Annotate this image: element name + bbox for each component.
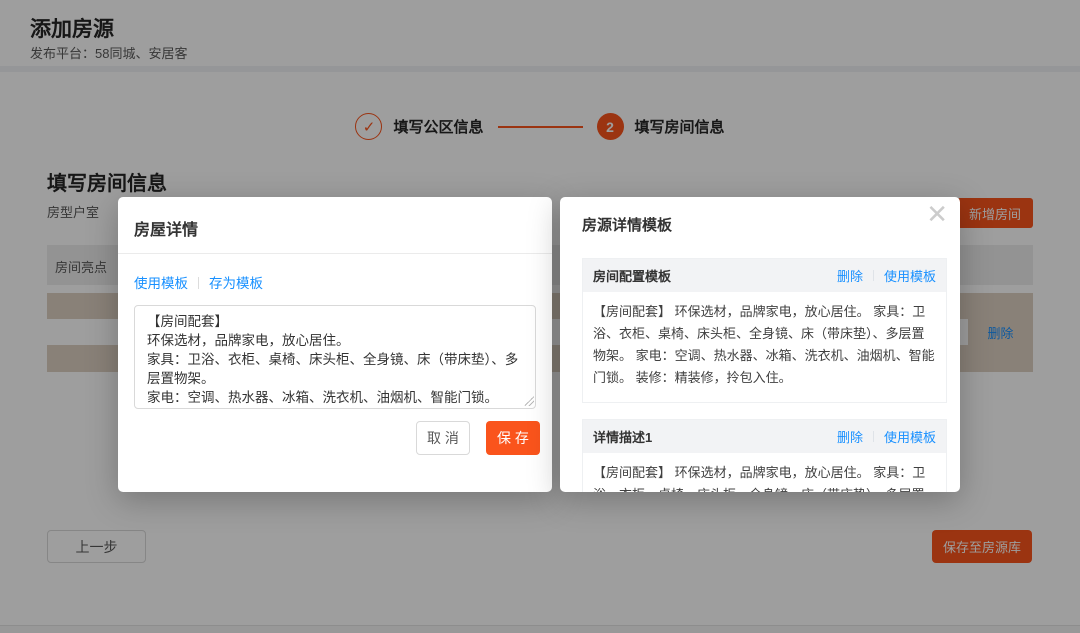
template-item-links: 删除 使用模板 bbox=[837, 427, 936, 446]
save-button[interactable]: 保 存 bbox=[486, 421, 540, 455]
template-item-name: 详情描述1 bbox=[593, 427, 652, 446]
link-divider bbox=[873, 270, 874, 281]
house-detail-modal: 房屋详情 使用模板 存为模板 【房间配套】 环保选材，品牌家电，放心居住。 家具：… bbox=[118, 197, 552, 492]
template-item-header: 详情描述1 删除 使用模板 bbox=[583, 420, 946, 453]
template-delete-link[interactable]: 删除 bbox=[837, 266, 863, 285]
listing-template-modal-body: 房间配置模板 删除 使用模板 【房间配套】 环保选材，品牌家电，放心居住。 家具… bbox=[560, 197, 960, 492]
template-item-name: 房间配置模板 bbox=[593, 266, 671, 285]
listing-template-modal: 房源详情模板 ✕ 房间配置模板 删除 使用模板 【房间配套】 环保选材，品牌家电… bbox=[560, 197, 960, 492]
template-item-links: 删除 使用模板 bbox=[837, 266, 936, 285]
template-item-content: 【房间配套】 环保选材，品牌家电，放心居住。 家具：卫浴、衣柜、桌椅、床头柜、全… bbox=[583, 453, 946, 492]
house-detail-modal-header: 房屋详情 bbox=[118, 197, 552, 254]
template-use-link[interactable]: 使用模板 bbox=[884, 427, 936, 446]
room-description-textarea[interactable]: 【房间配套】 环保选材，品牌家电，放心居住。 家具：卫浴、衣柜、桌椅、床头柜、全… bbox=[134, 305, 536, 409]
save-as-template-link[interactable]: 存为模板 bbox=[209, 276, 263, 291]
cancel-button[interactable]: 取 消 bbox=[416, 421, 470, 455]
textarea-resize-handle[interactable] bbox=[524, 396, 534, 406]
page: 添加房源 发布平台：58同城、安居客 ✓ 填写公区信息 2 填写房间信息 填写房… bbox=[0, 0, 1080, 633]
house-detail-modal-footer: 取 消 保 存 bbox=[416, 421, 540, 455]
house-detail-modal-body: 使用模板 存为模板 【房间配套】 环保选材，品牌家电，放心居住。 家具：卫浴、衣柜… bbox=[118, 254, 552, 409]
template-links-row: 使用模板 存为模板 bbox=[134, 272, 536, 292]
template-item: 房间配置模板 删除 使用模板 【房间配套】 环保选材，品牌家电，放心居住。 家具… bbox=[582, 258, 947, 403]
close-icon[interactable]: ✕ bbox=[926, 199, 948, 233]
template-delete-link[interactable]: 删除 bbox=[837, 427, 863, 446]
listing-template-modal-title: 房源详情模板 bbox=[582, 214, 672, 235]
use-template-link[interactable]: 使用模板 bbox=[134, 276, 188, 291]
template-item: 详情描述1 删除 使用模板 【房间配套】 环保选材，品牌家电，放心居住。 家具：… bbox=[582, 419, 947, 492]
link-divider bbox=[198, 277, 199, 289]
template-item-header: 房间配置模板 删除 使用模板 bbox=[583, 259, 946, 292]
house-detail-modal-title: 房屋详情 bbox=[134, 216, 198, 240]
description-textarea-wrap: 【房间配套】 环保选材，品牌家电，放心居住。 家具：卫浴、衣柜、桌椅、床头柜、全… bbox=[134, 305, 536, 409]
link-divider bbox=[873, 431, 874, 442]
template-use-link[interactable]: 使用模板 bbox=[884, 266, 936, 285]
template-item-content: 【房间配套】 环保选材，品牌家电，放心居住。 家具：卫浴、衣柜、桌椅、床头柜、全… bbox=[583, 292, 946, 402]
